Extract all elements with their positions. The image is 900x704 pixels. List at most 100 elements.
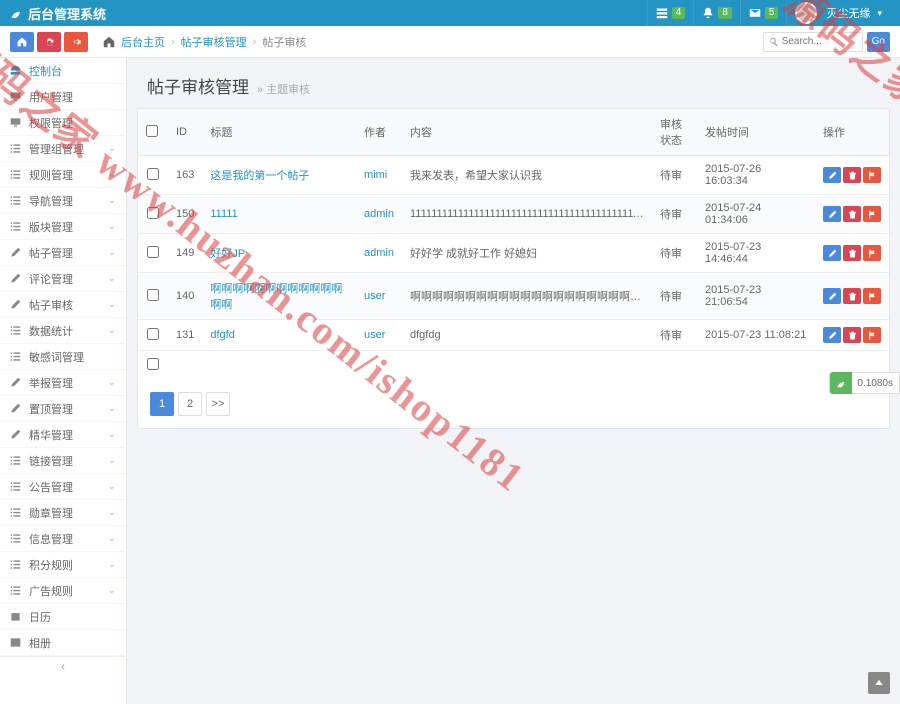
sidebar-item-13[interactable]: 置顶管理⌄: [0, 396, 126, 422]
cell-author-link[interactable]: user: [364, 329, 385, 341]
tasks-badge: 4: [672, 7, 686, 19]
delete-button[interactable]: [843, 206, 861, 222]
cell-content: dfgfdg: [402, 320, 652, 351]
notifications-button[interactable]: 8: [693, 0, 740, 26]
breadcrumb-1[interactable]: 帖子审核管理: [181, 34, 247, 50]
edit-button[interactable]: [823, 288, 841, 304]
search-go-button[interactable]: Go: [867, 32, 890, 52]
cell-author-link[interactable]: admin: [364, 208, 394, 220]
sidebar-item-1[interactable]: 用户管理: [0, 84, 126, 110]
th-time[interactable]: 发帖时间: [697, 109, 815, 156]
user-menu[interactable]: 灭尘无缘 ▾: [786, 0, 890, 26]
desktop-icon: [10, 91, 21, 102]
search-input[interactable]: [782, 36, 857, 47]
delete-button[interactable]: [843, 288, 861, 304]
edit-button[interactable]: [823, 167, 841, 183]
sidebar-item-18[interactable]: 信息管理⌄: [0, 526, 126, 552]
page-button[interactable]: 2: [178, 392, 202, 416]
sidebar-item-22[interactable]: 相册: [0, 630, 126, 656]
sidebar-collapse-button[interactable]: ‹: [0, 656, 126, 676]
cell-id: 150: [168, 195, 202, 234]
delete-button[interactable]: [843, 245, 861, 261]
cell-author-link[interactable]: mimi: [364, 169, 387, 181]
flag-button[interactable]: [863, 245, 881, 261]
flag-button[interactable]: [863, 288, 881, 304]
breadcrumb-home[interactable]: 后台主页: [121, 34, 165, 50]
list-icon: [10, 195, 21, 206]
cell-title-link[interactable]: 11111: [210, 208, 237, 220]
bell-icon: [702, 7, 714, 19]
sidebar-item-8[interactable]: 评论管理⌄: [0, 266, 126, 292]
sidebar-item-5[interactable]: 导航管理⌄: [0, 188, 126, 214]
sidebar-item-11[interactable]: 敏感词管理: [0, 344, 126, 370]
scroll-top-button[interactable]: [868, 672, 890, 694]
chevron-up-icon: [874, 678, 884, 688]
sidebar-item-7[interactable]: 帖子管理⌄: [0, 240, 126, 266]
th-id[interactable]: ID: [168, 109, 202, 156]
row-checkbox[interactable]: [147, 246, 159, 258]
flag-button[interactable]: [863, 327, 881, 343]
trash-icon: [848, 292, 857, 301]
flag-button[interactable]: [863, 167, 881, 183]
sidebar-item-15[interactable]: 链接管理⌄: [0, 448, 126, 474]
cell-title-link[interactable]: 好好JP: [210, 248, 245, 260]
sidebar-item-label: 权限管理: [29, 115, 73, 131]
cell-title-link[interactable]: 这是我的第一个帖子: [210, 170, 309, 182]
flag-icon: [868, 210, 877, 219]
list-icon: [10, 455, 21, 466]
edit-button[interactable]: [823, 327, 841, 343]
posts-table: ID 标题 作者 内容 审核状态 发帖时间 操作 163 这是我的第一个帖子 m…: [138, 109, 889, 351]
topbar-refresh-button[interactable]: [37, 32, 61, 52]
sidebar-item-20[interactable]: 广告规则⌄: [0, 578, 126, 604]
flag-button[interactable]: [863, 206, 881, 222]
page-button[interactable]: 1: [150, 392, 174, 416]
delete-button[interactable]: [843, 167, 861, 183]
topbar-home-button[interactable]: [10, 32, 34, 52]
sidebar-item-14[interactable]: 精华管理⌄: [0, 422, 126, 448]
select-all-bottom-checkbox[interactable]: [147, 358, 159, 370]
th-author[interactable]: 作者: [356, 109, 402, 156]
page-title: 帖子审核管理: [147, 73, 249, 98]
cell-author-link[interactable]: admin: [364, 247, 394, 259]
page-button[interactable]: >>: [206, 392, 230, 416]
sidebar-item-0[interactable]: 控制台: [0, 58, 126, 84]
pencil-icon: [828, 210, 837, 219]
topbar-settings-button[interactable]: [64, 32, 88, 52]
cell-status: 待审: [652, 156, 697, 195]
mail-button[interactable]: 5: [740, 0, 787, 26]
page-subtitle: » 主题审核: [257, 81, 310, 97]
sidebar-item-16[interactable]: 公告管理⌄: [0, 474, 126, 500]
select-all-checkbox[interactable]: [146, 125, 158, 137]
cell-title-link[interactable]: 啊啊啊啊啊啊啊啊啊啊啊啊啊啊: [210, 283, 342, 311]
sidebar-item-9[interactable]: 帖子审核⌄: [0, 292, 126, 318]
delete-button[interactable]: [843, 327, 861, 343]
sidebar-item-12[interactable]: 举报管理⌄: [0, 370, 126, 396]
row-checkbox[interactable]: [147, 328, 159, 340]
cell-title-link[interactable]: dfgfd: [210, 329, 234, 341]
row-checkbox[interactable]: [147, 168, 159, 180]
sidebar-item-19[interactable]: 积分规则⌄: [0, 552, 126, 578]
sidebar-item-21[interactable]: 日历: [0, 604, 126, 630]
sidebar-item-2[interactable]: 权限管理: [0, 110, 126, 136]
sidebar-item-label: 帖子审核: [29, 297, 73, 313]
cell-author-link[interactable]: user: [364, 290, 385, 302]
app-logo[interactable]: 后台管理系统: [10, 4, 106, 23]
sidebar-item-6[interactable]: 版块管理⌄: [0, 214, 126, 240]
sidebar-item-label: 评论管理: [29, 271, 73, 287]
home-icon: [17, 37, 27, 47]
row-checkbox[interactable]: [147, 289, 159, 301]
tasks-button[interactable]: 4: [647, 0, 694, 26]
row-checkbox[interactable]: [147, 207, 159, 219]
edit-button[interactable]: [823, 206, 841, 222]
sidebar-item-4[interactable]: 规则管理⌄: [0, 162, 126, 188]
th-content[interactable]: 内容: [402, 109, 652, 156]
th-status[interactable]: 审核状态: [652, 109, 697, 156]
sidebar-item-17[interactable]: 勋章管理⌄: [0, 500, 126, 526]
th-title[interactable]: 标题: [202, 109, 356, 156]
sidebar-item-label: 导航管理: [29, 193, 73, 209]
edit-button[interactable]: [823, 245, 841, 261]
sidebar-item-3[interactable]: 管理组管理⌄: [0, 136, 126, 162]
sidebar-item-10[interactable]: 数据统计⌄: [0, 318, 126, 344]
list-icon: [10, 481, 21, 492]
performance-badge[interactable]: 0.1080s: [829, 372, 900, 394]
